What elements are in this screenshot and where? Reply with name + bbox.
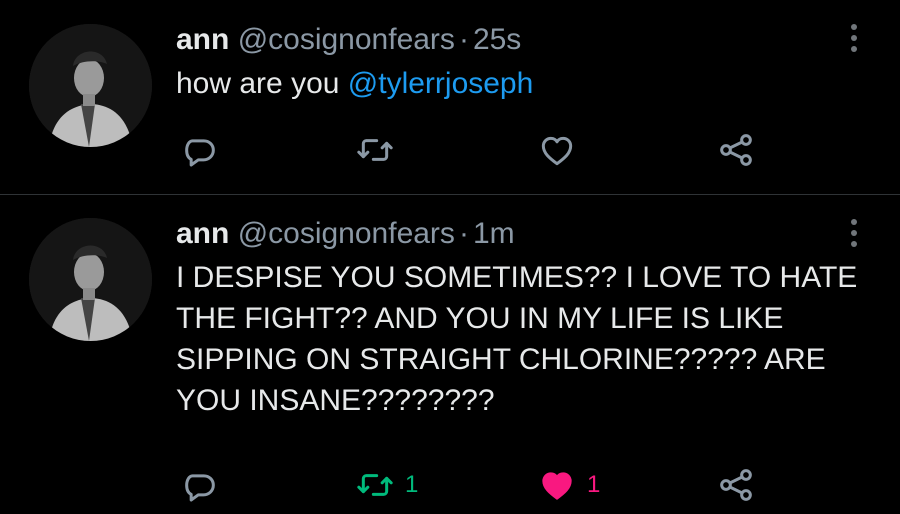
tweet-actions: 1 1 [0, 465, 900, 505]
share-button[interactable] [716, 465, 756, 505]
tweet-actions [0, 130, 900, 170]
display-name[interactable]: ann [176, 23, 229, 56]
reply-icon [185, 474, 215, 502]
username[interactable]: @cosignonfears [238, 217, 455, 250]
timestamp[interactable]: 25s [473, 23, 521, 56]
retweet-button[interactable]: 1 [355, 465, 418, 505]
reply-button[interactable] [180, 130, 220, 170]
display-name[interactable]: ann [176, 217, 229, 250]
tweet[interactable]: ann @cosignonfears · 1m I DESPISE YOU SOME… [0, 195, 900, 514]
tweet[interactable]: ann @cosignonfears · 25s how are you @tyle… [0, 0, 900, 194]
retweet-icon [357, 139, 393, 161]
tweet-header: ann @cosignonfears · 25s [176, 22, 521, 58]
tweet-text-body: I DESPISE YOU SOMETIMES?? I LOVE TO HATE… [176, 261, 858, 417]
tweet-text: how are you @tylerrjoseph [176, 63, 866, 104]
tweet-text-body: how are you [176, 67, 348, 100]
retweet-button[interactable] [355, 130, 405, 170]
timestamp[interactable]: 1m [473, 217, 515, 250]
like-button[interactable]: 1 [537, 465, 600, 505]
like-count: 1 [587, 471, 601, 498]
separator-dot: · [458, 217, 469, 250]
reply-button[interactable] [180, 465, 220, 505]
retweet-count: 1 [405, 471, 419, 498]
like-button[interactable] [537, 130, 587, 170]
reply-icon [185, 139, 215, 167]
more-options-icon[interactable] [840, 215, 868, 251]
tweet-header: ann @cosignonfears · 1m [176, 216, 515, 252]
share-icon [720, 469, 752, 501]
heart-outline-icon [541, 136, 573, 166]
more-options-icon[interactable] [840, 20, 868, 56]
username[interactable]: @cosignonfears [238, 23, 455, 56]
avatar[interactable] [29, 218, 152, 341]
mention-link[interactable]: @tylerrjoseph [348, 67, 534, 100]
separator-dot: · [458, 23, 469, 56]
share-icon [720, 134, 752, 166]
tweet-text: I DESPISE YOU SOMETIMES?? I LOVE TO HATE… [176, 257, 866, 421]
heart-filled-icon [542, 472, 572, 500]
retweet-icon [357, 474, 393, 496]
avatar[interactable] [29, 24, 152, 147]
share-button[interactable] [716, 130, 756, 170]
